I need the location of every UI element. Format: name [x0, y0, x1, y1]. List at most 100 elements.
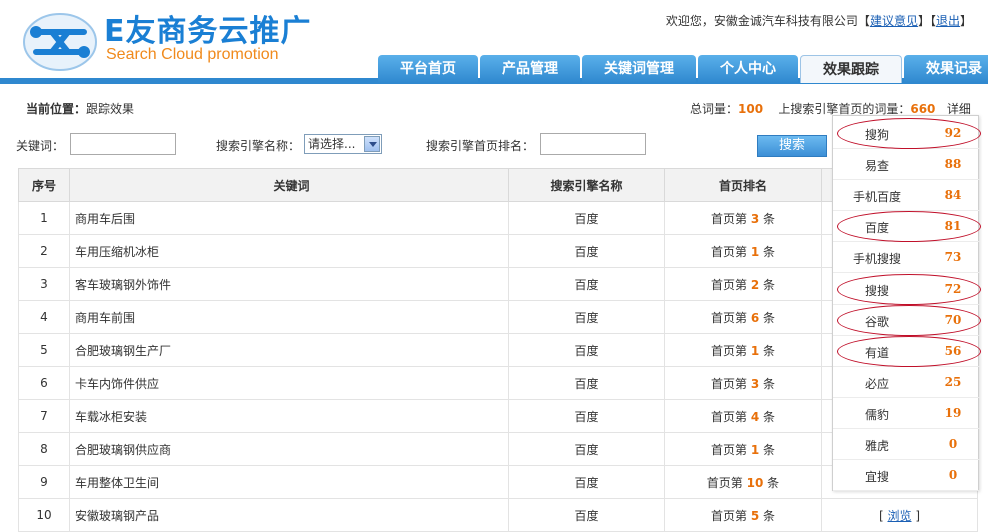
row-keyword: 商用车前围: [69, 300, 509, 334]
welcome-text: 欢迎您，安徽金诚汽车科技有限公司【: [665, 14, 870, 28]
rank-prefix: 首页第: [710, 508, 747, 523]
tab-product-management[interactable]: 产品管理: [480, 55, 580, 83]
welcome-suffix: 】: [959, 14, 972, 28]
rank-prefix: 首页第: [710, 442, 747, 457]
browse-link[interactable]: 浏览: [887, 509, 911, 523]
logo-title: E友商务云推广: [104, 14, 312, 49]
rank-suffix: 条: [763, 211, 776, 226]
row-number: 4: [18, 300, 70, 334]
row-number: 6: [18, 366, 70, 400]
popup-engine-value: 0: [948, 468, 958, 483]
rank-suffix: 条: [763, 376, 776, 391]
rank-value: 5: [750, 508, 760, 523]
rank-value: 1: [750, 442, 760, 457]
tab-effect-records[interactable]: 效果记录: [904, 55, 988, 83]
popup-row: 儒豹 19: [833, 398, 980, 429]
popup-engine-value: 19: [944, 405, 962, 420]
row-keyword: 车用整体卫生间: [69, 465, 509, 499]
highlight-ring: [837, 273, 981, 305]
row-keyword: 合肥玻璃钢供应商: [69, 432, 509, 466]
row-engine: 百度: [508, 399, 665, 433]
rank-input[interactable]: [540, 133, 646, 155]
row-number: 2: [18, 234, 70, 268]
popup-engine-name: 儒豹: [864, 407, 889, 422]
row-number: 9: [18, 465, 70, 499]
breadcrumb-current: 跟踪效果: [86, 102, 135, 116]
row-number: 5: [18, 333, 70, 367]
rank-prefix: 首页第: [710, 211, 747, 226]
popup-engine-value: 0: [948, 437, 958, 451]
header-rank: 首页排名: [664, 168, 822, 202]
engine-rank-popup: 搜狗 92 易查 88 手机百度 84 百度 81 手机搜搜 73 搜搜 72 谷歌 70 有道 56 必应 25…: [832, 115, 981, 492]
popup-engine-name: 必应: [864, 376, 889, 391]
row-keyword: 车用压缩机冰柜: [69, 234, 509, 268]
logo-subtitle: Search Cloud promotion: [106, 46, 279, 63]
rank-value: 3: [750, 211, 760, 226]
popup-row: 手机百度 84: [833, 180, 980, 212]
rank-value: 2: [750, 277, 760, 292]
keyword-input[interactable]: [70, 133, 176, 155]
rank-prefix: 首页第: [710, 310, 747, 325]
tab-keyword-management[interactable]: 关键词管理: [582, 55, 696, 83]
popup-engine-value: 84: [944, 188, 962, 203]
row-rank: 首页第 1 条: [664, 234, 822, 268]
row-rank: 首页第 5 条: [664, 498, 822, 532]
rank-label: 搜索引擎首页排名：: [426, 139, 535, 153]
popup-engine-name: 易查: [864, 159, 889, 174]
row-number: 7: [18, 399, 70, 433]
cloud-logo-icon: [23, 13, 97, 71]
breadcrumb-label: 当前位置：: [26, 102, 87, 116]
tab-effect-tracking[interactable]: 效果跟踪: [800, 55, 902, 83]
row-keyword: 安徽玻璃钢产品: [69, 498, 509, 532]
row-rank: 首页第 1 条: [664, 333, 822, 367]
chevron-down-icon[interactable]: [364, 136, 380, 152]
welcome-bar: 欢迎您，安徽金诚汽车科技有限公司【建议意见】【退出】: [666, 12, 972, 29]
header-keyword: 关键词: [69, 168, 509, 202]
rank-suffix: 条: [763, 244, 776, 259]
row-number: 8: [18, 432, 70, 466]
main-nav: 平台首页 产品管理 关键词管理 个人中心 效果跟踪 效果记录: [378, 55, 988, 83]
highlight-ring: [837, 118, 981, 149]
rank-suffix: 条: [763, 343, 776, 358]
rank-value: 6: [750, 310, 760, 325]
logout-link[interactable]: 退出: [936, 14, 960, 28]
popup-engine-name: 手机百度: [852, 190, 901, 205]
tab-personal-center[interactable]: 个人中心: [698, 55, 798, 83]
popup-row: 宜搜 0: [833, 460, 980, 492]
engine-select[interactable]: 请选择...: [304, 134, 382, 154]
rank-value: 3: [750, 376, 760, 391]
feedback-link[interactable]: 建议意见: [870, 14, 918, 28]
row-keyword: 商用车后围: [69, 201, 509, 235]
rank-prefix: 首页第: [710, 409, 747, 424]
row-engine: 百度: [508, 300, 665, 334]
row-engine: 百度: [508, 366, 665, 400]
highlight-ring: [837, 335, 981, 367]
detail-link[interactable]: 详细: [947, 102, 971, 116]
popup-engine-name: 雅虎: [864, 439, 889, 453]
row-engine: 百度: [508, 465, 665, 499]
popup-engine-value: 25: [944, 374, 962, 389]
row-engine: 百度: [508, 234, 665, 268]
highlight-ring: [837, 304, 981, 336]
rank-prefix: 首页第: [710, 376, 747, 391]
row-engine: 百度: [508, 333, 665, 367]
row-rank: 首页第 1 条: [664, 432, 822, 466]
row-keyword: 车载冰柜安装: [69, 399, 509, 433]
rank-value: 1: [750, 244, 760, 259]
row-rank: 首页第 4 条: [664, 399, 822, 433]
keyword-label: 关键词：: [16, 139, 65, 153]
popup-engine-name: 手机搜搜: [852, 252, 901, 267]
row-engine: 百度: [508, 201, 665, 235]
rank-prefix: 首页第: [710, 343, 747, 358]
rank-value: 10: [746, 475, 764, 490]
table-row: 10 安徽玻璃钢产品 百度 首页第 5 条[ 浏览 ]: [18, 498, 978, 532]
rank-suffix: 条: [767, 475, 780, 490]
tab-platform-home[interactable]: 平台首页: [378, 55, 478, 83]
row-rank: 首页第 2 条: [664, 267, 822, 301]
search-button[interactable]: 搜索: [757, 135, 827, 157]
row-keyword: 客车玻璃钢外饰件: [69, 267, 509, 301]
row-engine: 百度: [508, 267, 665, 301]
popup-row: 雅虎 0: [833, 429, 980, 460]
welcome-separator: 】【: [917, 14, 936, 28]
total-words-value: 100: [738, 102, 764, 116]
